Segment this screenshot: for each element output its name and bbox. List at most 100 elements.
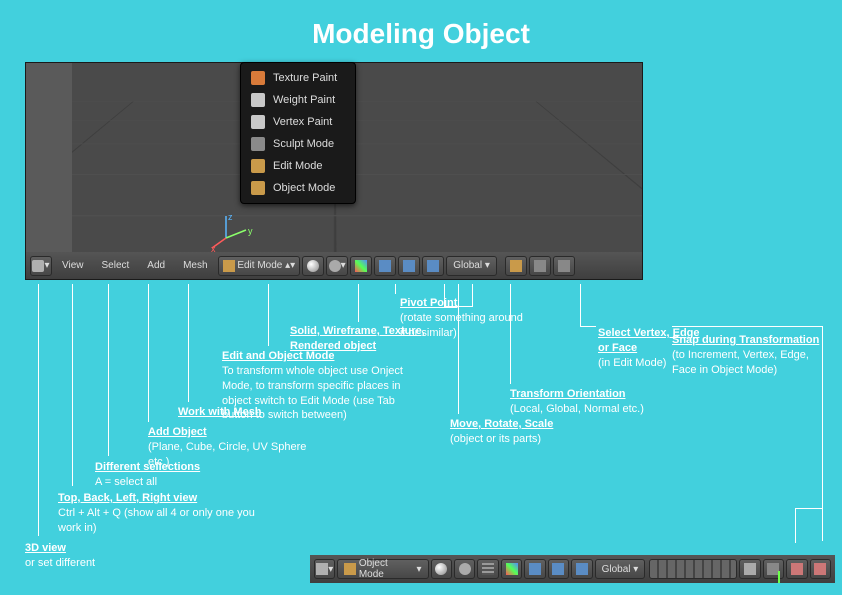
leader-line: [795, 508, 822, 509]
annot-views: Top, Back, Left, Right viewCtrl + Alt + …: [58, 491, 258, 536]
editor-type-button[interactable]: ▾: [314, 559, 335, 579]
mode-option[interactable]: Sculpt Mode: [241, 133, 355, 155]
face-icon: [558, 260, 570, 272]
page-title: Modeling Object: [0, 0, 842, 60]
orientation-label: Global: [453, 260, 482, 271]
mode-option-label: Texture Paint: [273, 72, 337, 84]
vertex-icon: [510, 260, 522, 272]
shading-button[interactable]: [302, 256, 324, 276]
mode-option[interactable]: Edit Mode: [241, 155, 355, 177]
viewport-header: ▾ View Select Add Mesh Edit Mode ▴▾ ▾ Gl…: [26, 252, 642, 279]
scale-icon: [427, 260, 439, 272]
scale-icon: [576, 563, 588, 575]
bottom-header: ▾ Object Mode ▾ Global ▾: [310, 555, 835, 583]
leader-line: [108, 284, 109, 456]
leader-line: [580, 284, 581, 326]
axis-y-label: y: [248, 226, 253, 236]
leader-line: [268, 284, 269, 346]
mode-option[interactable]: Object Mode: [241, 177, 355, 199]
rotate-button[interactable]: [548, 559, 569, 579]
leader-line: [72, 284, 73, 486]
orientation-selector[interactable]: Global ▾: [446, 256, 497, 276]
translate-button[interactable]: [374, 256, 396, 276]
snap-button[interactable]: [739, 559, 760, 579]
magnet-icon: [744, 563, 756, 575]
mode-label: Edit Mode: [237, 260, 282, 271]
mode-icon: [251, 115, 265, 129]
shading-button[interactable]: [431, 559, 452, 579]
annot-edit-mode: Edit and Object ModeTo transform whole o…: [222, 349, 422, 423]
pivot-icon: [329, 260, 341, 272]
sphere-icon: [435, 563, 447, 575]
edge-select-button[interactable]: [529, 256, 551, 276]
face-select-button[interactable]: [553, 256, 575, 276]
rotate-button[interactable]: [398, 256, 420, 276]
edit-mode-icon: [223, 260, 235, 272]
annot-3d-view: 3D viewor set different: [25, 541, 95, 571]
move-icon: [529, 563, 541, 575]
mode-icon: [251, 93, 265, 107]
grid-icon: [482, 563, 494, 575]
pivot-button[interactable]: [454, 559, 475, 579]
leader-line: [395, 284, 396, 294]
cursor-marker: [778, 571, 780, 583]
manipulator-toggle[interactable]: [501, 559, 522, 579]
mode-selector[interactable]: Edit Mode ▴▾: [218, 256, 301, 276]
annot-pivot: Pivot Point(rotate something around it o…: [400, 296, 530, 341]
mode-option-label: Edit Mode: [273, 160, 323, 172]
cube-icon: [316, 563, 328, 575]
edge-icon: [534, 260, 546, 272]
pivot-icon: [459, 563, 471, 575]
snap-target-button[interactable]: [763, 559, 784, 579]
layer-button[interactable]: [477, 559, 498, 579]
annot-transforms: Move, Rotate, Scale(object or its parts): [450, 417, 553, 447]
render-button[interactable]: [786, 559, 807, 579]
select-menu[interactable]: Select: [94, 256, 138, 276]
layers-panel[interactable]: [649, 559, 737, 579]
orientation-selector[interactable]: Global ▾: [595, 559, 646, 579]
mode-option-label: Sculpt Mode: [273, 138, 334, 150]
axis-gizmo: z y x: [206, 208, 256, 253]
mesh-menu[interactable]: Mesh: [175, 256, 215, 276]
cube-icon: [32, 260, 44, 272]
vertex-select-button[interactable]: [505, 256, 527, 276]
axis-icon: [506, 563, 518, 575]
clapper-icon: [814, 563, 826, 575]
translate-button[interactable]: [524, 559, 545, 579]
annot-orientation: Transform Orientation(Local, Global, Nor…: [510, 387, 644, 417]
mode-option-label: Weight Paint: [273, 94, 335, 106]
leader-line: [188, 284, 189, 402]
editor-type-button[interactable]: ▾: [30, 256, 52, 276]
view-menu[interactable]: View: [54, 256, 92, 276]
mode-icon: [251, 137, 265, 151]
annot-add-object: Add Object(Plane, Cube, Circle, UV Spher…: [148, 425, 328, 470]
leader-line: [358, 284, 359, 322]
leader-line: [38, 284, 39, 536]
leader-line: [580, 326, 596, 327]
mode-selector[interactable]: Object Mode ▾: [337, 559, 428, 579]
pivot-button[interactable]: ▾: [326, 256, 348, 276]
mode-label: Object Mode: [359, 558, 414, 580]
viewport-toolbar[interactable]: [26, 63, 72, 253]
leader-line: [148, 284, 149, 422]
opengl-button[interactable]: [810, 559, 831, 579]
axis-z-label: z: [228, 212, 233, 222]
add-menu[interactable]: Add: [139, 256, 173, 276]
rotate-icon: [403, 260, 415, 272]
axis-icon: [355, 260, 367, 272]
mode-option[interactable]: Vertex Paint: [241, 111, 355, 133]
sphere-icon: [307, 260, 319, 272]
mode-option[interactable]: Weight Paint: [241, 89, 355, 111]
mode-icon: [251, 159, 265, 173]
scale-button[interactable]: [571, 559, 592, 579]
scale-button[interactable]: [422, 256, 444, 276]
mode-dropdown[interactable]: Texture Paint Weight Paint Vertex Paint Scu…: [240, 62, 356, 204]
move-icon: [379, 260, 391, 272]
leader-line: [795, 508, 796, 543]
mode-option-label: Vertex Paint: [273, 116, 332, 128]
camera-icon: [791, 563, 803, 575]
manipulator-toggle[interactable]: [350, 256, 372, 276]
mode-icon: [251, 181, 265, 195]
object-mode-icon: [344, 563, 356, 575]
mode-option[interactable]: Texture Paint: [241, 67, 355, 89]
